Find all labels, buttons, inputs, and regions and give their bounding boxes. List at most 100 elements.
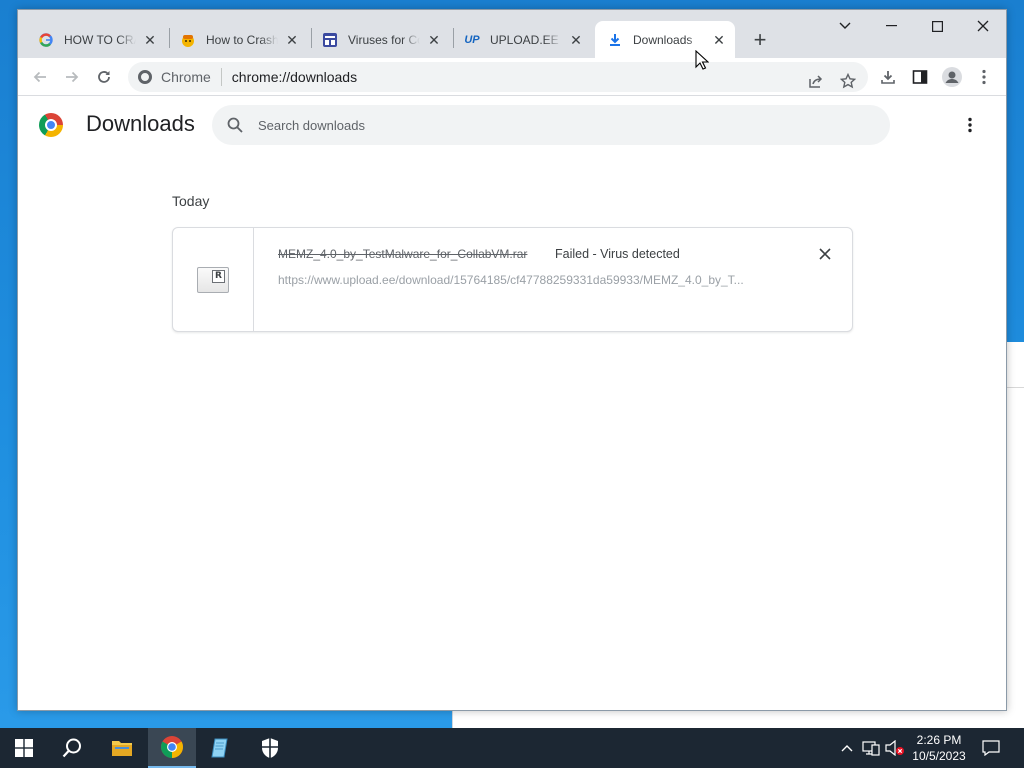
minimize-button[interactable] — [868, 10, 914, 42]
clock-time: 2:26 PM — [916, 733, 962, 747]
google-icon — [38, 32, 54, 48]
downloads-menu-button[interactable] — [958, 113, 982, 137]
chrome-icon — [138, 70, 152, 84]
close-icon[interactable]: ✕ — [568, 32, 584, 48]
chrome-logo-icon — [39, 113, 63, 137]
tab-viruses-for-collab[interactable]: Viruses for Coll ✕ — [310, 21, 450, 58]
forward-button[interactable] — [58, 63, 86, 91]
downloads-page: Downloads Today R MEMZ_4.0_by_TestMalwar… — [18, 97, 1006, 710]
maximize-button[interactable] — [914, 10, 960, 42]
profile-button[interactable] — [938, 63, 966, 91]
tab-upload-ee[interactable]: UP UPLOAD.EE - M ✕ — [452, 21, 592, 58]
network-tray-button[interactable] — [860, 728, 882, 768]
search-icon — [227, 117, 243, 133]
downloads-button[interactable] — [874, 63, 902, 91]
windows-logo-icon — [15, 739, 33, 757]
clock-date: 10/5/2023 — [912, 749, 966, 763]
back-button[interactable] — [26, 63, 54, 91]
chrome-taskbar-button[interactable] — [148, 728, 196, 768]
notepad-icon — [211, 738, 228, 758]
tab-how-to-crash-a[interactable]: How to Crash a ✕ — [168, 21, 308, 58]
close-icon[interactable]: ✕ — [711, 32, 727, 48]
remove-from-list-button[interactable] — [815, 244, 835, 264]
bookmark-button[interactable] — [836, 69, 860, 93]
side-panel-icon — [912, 70, 928, 84]
network-icon — [862, 741, 880, 756]
search-downloads-box[interactable] — [212, 105, 890, 145]
kebab-menu-icon — [982, 69, 986, 85]
taskbar-clock[interactable]: 2:26 PM 10/5/2023 — [906, 732, 972, 764]
chevron-up-icon — [841, 745, 853, 752]
date-section-label: Today — [172, 193, 210, 209]
notifications-button[interactable] — [978, 728, 1004, 768]
side-panel-button[interactable] — [906, 63, 934, 91]
volume-muted-icon — [885, 740, 904, 756]
url-text[interactable]: chrome://downloads — [222, 69, 357, 85]
notification-icon — [982, 740, 1000, 756]
background-window-divider — [1005, 342, 1024, 388]
download-item: R MEMZ_4.0_by_TestMalware_for_CollabVM.r… — [172, 227, 853, 332]
minimize-icon — [885, 25, 897, 27]
address-bar[interactable]: Chrome chrome://downloads — [128, 62, 868, 92]
tab-how-to-crash[interactable]: HOW TO CRASH ✕ — [26, 21, 166, 58]
share-icon — [809, 75, 823, 88]
site-icon — [322, 32, 338, 48]
notepad-taskbar-button[interactable] — [196, 728, 244, 768]
arrow-left-icon — [33, 71, 46, 83]
download-icon — [607, 32, 623, 48]
download-file-name[interactable]: MEMZ_4.0_by_TestMalware_for_CollabVM.rar — [278, 247, 527, 261]
search-icon — [62, 738, 81, 758]
start-button[interactable] — [0, 728, 48, 768]
maximize-icon — [931, 20, 943, 32]
download-source-url[interactable]: https://www.upload.ee/download/15764185/… — [278, 273, 778, 287]
tab-title: Viruses for Coll — [348, 32, 420, 47]
search-downloads-input[interactable] — [258, 117, 838, 133]
show-hidden-icons-button[interactable] — [838, 728, 856, 768]
reload-button[interactable] — [90, 63, 118, 91]
page-title: Downloads — [86, 111, 195, 136]
arrow-right-icon — [66, 71, 79, 83]
tab-title: HOW TO CRASH — [64, 32, 136, 47]
close-icon[interactable]: ✕ — [142, 32, 158, 48]
close-window-button[interactable] — [960, 10, 1006, 42]
file-type-badge: R — [212, 269, 225, 283]
close-icon — [819, 248, 831, 260]
browser-toolbar: Chrome chrome://downloads — [18, 58, 1006, 96]
emoji-icon — [180, 32, 196, 48]
chrome-icon — [161, 736, 183, 758]
search-taskbar-button[interactable] — [48, 728, 96, 768]
site-info-chip[interactable]: Chrome — [138, 68, 222, 86]
file-explorer-taskbar-button[interactable] — [98, 728, 146, 768]
chrome-menu-button[interactable] — [970, 63, 998, 91]
file-icon-area: R — [173, 228, 254, 331]
reload-icon — [98, 71, 110, 83]
mouse-cursor-icon — [695, 50, 709, 70]
new-tab-button[interactable]: + — [746, 26, 774, 54]
close-icon[interactable]: ✕ — [284, 32, 300, 48]
avatar-icon — [942, 67, 962, 87]
kebab-menu-icon — [968, 117, 972, 133]
security-taskbar-button[interactable] — [246, 728, 294, 768]
volume-tray-button[interactable] — [884, 728, 906, 768]
shield-icon — [262, 738, 278, 758]
upload-ee-icon: UP — [464, 33, 480, 46]
rar-file-icon: R — [197, 266, 229, 293]
close-icon — [977, 20, 989, 32]
tab-title: How to Crash a — [206, 32, 278, 47]
tab-downloads[interactable]: Downloads ✕ — [595, 21, 735, 58]
downloads-header: Downloads — [18, 97, 1006, 153]
tab-search-button[interactable] — [822, 10, 868, 42]
taskbar: 2:26 PM 10/5/2023 — [0, 728, 1024, 768]
chrome-window: HOW TO CRASH ✕ How to Crash a ✕ Viruses … — [17, 9, 1007, 711]
chevron-down-icon — [839, 22, 851, 29]
star-icon — [840, 73, 856, 89]
tab-strip: HOW TO CRASH ✕ How to Crash a ✕ Viruses … — [18, 10, 1006, 58]
folder-icon — [112, 741, 132, 756]
site-chip-label: Chrome — [161, 69, 211, 85]
tab-title: Downloads — [633, 32, 693, 47]
download-status: Failed - Virus detected — [555, 247, 680, 261]
tab-title: UPLOAD.EE - M — [490, 32, 562, 47]
download-icon — [881, 71, 895, 84]
close-icon[interactable]: ✕ — [426, 32, 442, 48]
share-button[interactable] — [804, 69, 828, 93]
